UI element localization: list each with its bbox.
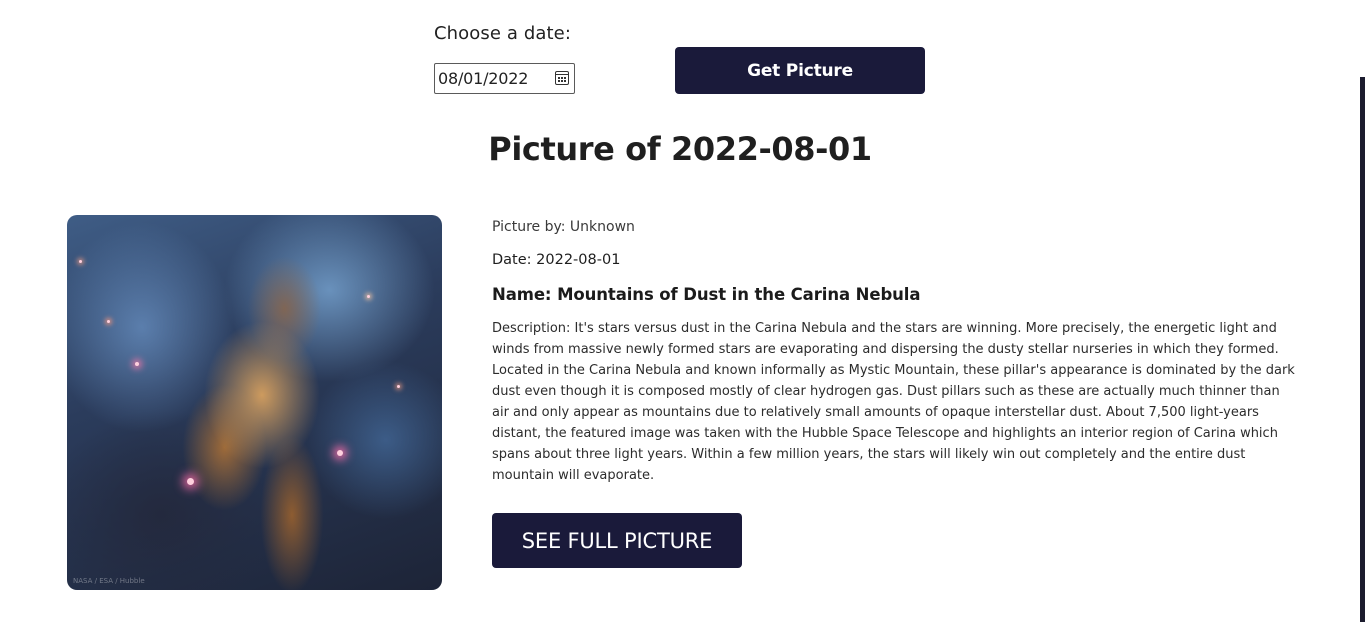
date-input[interactable]: 08/01/2022 [434, 63, 575, 94]
page-title: Picture of 2022-08-01 [488, 130, 872, 168]
apod-info: Picture by: Unknown Date: 2022-08-01 Nam… [492, 218, 1297, 486]
picture-credit: Picture by: Unknown [492, 219, 635, 235]
picture-description: Description: It's stars versus dust in t… [492, 321, 1295, 483]
scrollbar[interactable] [1360, 77, 1365, 622]
date-input-value[interactable]: 08/01/2022 [438, 69, 528, 88]
apod-image: NASA / ESA / Hubble [67, 215, 442, 590]
star [79, 260, 82, 263]
see-full-picture-button[interactable]: SEE FULL PICTURE [492, 513, 742, 568]
picture-name: Name: Mountains of Dust in the Carina Ne… [492, 285, 921, 304]
star [337, 450, 343, 456]
date-label: Choose a date: [434, 23, 571, 44]
star [367, 295, 370, 298]
star [135, 362, 139, 366]
star [397, 385, 400, 388]
picture-date: Date: 2022-08-01 [492, 252, 621, 268]
calendar-icon[interactable] [555, 71, 569, 85]
star [187, 478, 194, 485]
image-credit: NASA / ESA / Hubble [73, 577, 145, 585]
star [107, 320, 110, 323]
get-picture-button[interactable]: Get Picture [675, 47, 925, 94]
